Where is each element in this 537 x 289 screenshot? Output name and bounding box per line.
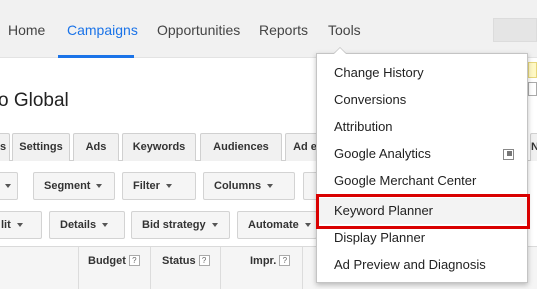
active-tab-indicator (58, 55, 134, 58)
account-title: o Global (0, 90, 69, 111)
help-icon[interactable]: ? (128, 255, 140, 266)
filter-label: Filter (133, 180, 160, 192)
dropdown-pointer-inner (334, 48, 346, 54)
menu-item-google-analytics[interactable]: Google Analytics (317, 141, 527, 167)
tab-keywords[interactable]: Keywords (122, 133, 196, 161)
edit-button[interactable]: lit (0, 211, 42, 239)
chevron-down-icon (267, 184, 274, 189)
help-icon[interactable]: ? (198, 255, 210, 266)
search-input[interactable] (493, 18, 537, 42)
details-button[interactable]: Details (49, 211, 125, 239)
bid-strategy-label: Bid strategy (142, 219, 206, 231)
help-icon[interactable]: ? (279, 255, 291, 266)
chevron-down-icon (165, 184, 172, 189)
nav-campaigns[interactable]: Campaigns (67, 22, 138, 38)
chevron-down-icon (102, 223, 109, 228)
columns-label: Columns (214, 180, 262, 192)
column-header-budget[interactable]: Budget? (88, 255, 140, 267)
chevron-down-icon (304, 223, 311, 228)
column-divider (78, 247, 79, 289)
column-header-impressions[interactable]: Impr.? (250, 255, 291, 267)
view-dropdown-button[interactable] (0, 172, 18, 200)
menu-item-change-history[interactable]: Change History (317, 60, 527, 86)
tab-campaigns[interactable]: s (0, 133, 10, 161)
tab-overflow[interactable]: N (530, 133, 537, 161)
highlight-annotation-box (316, 194, 530, 229)
side-control[interactable] (528, 82, 537, 96)
chevron-down-icon (16, 223, 23, 228)
tab-settings[interactable]: Settings (12, 133, 70, 161)
column-header-status[interactable]: Status? (162, 255, 210, 267)
edit-label: lit (1, 219, 11, 231)
menu-item-ad-preview-and-diagnosis[interactable]: Ad Preview and Diagnosis (317, 252, 527, 278)
nav-opportunities[interactable]: Opportunities (157, 22, 240, 38)
notification-strip (528, 62, 537, 78)
columns-button[interactable]: Columns (203, 172, 295, 200)
top-navigation: Home Campaigns Opportunities Reports Too… (0, 0, 537, 58)
menu-item-attribution[interactable]: Attribution (317, 114, 527, 140)
status-label: Status (162, 255, 196, 267)
tools-menu: Change History Conversions Attribution G… (316, 53, 528, 283)
budget-label: Budget (88, 255, 126, 267)
chevron-down-icon (96, 184, 103, 189)
column-divider (220, 247, 221, 289)
external-link-icon (503, 149, 514, 160)
tab-audiences[interactable]: Audiences (200, 133, 282, 161)
chevron-down-icon (211, 223, 218, 228)
bid-strategy-button[interactable]: Bid strategy (131, 211, 230, 239)
chevron-down-icon (5, 184, 11, 189)
filter-button[interactable]: Filter (122, 172, 196, 200)
segment-label: Segment (44, 180, 91, 192)
segment-button[interactable]: Segment (33, 172, 115, 200)
nav-reports[interactable]: Reports (259, 22, 308, 38)
impressions-label: Impr. (250, 255, 277, 267)
menu-item-google-merchant-center[interactable]: Google Merchant Center (317, 168, 527, 194)
automate-label: Automate (248, 219, 299, 231)
tab-ads[interactable]: Ads (73, 133, 119, 161)
column-divider (150, 247, 151, 289)
details-label: Details (60, 219, 97, 231)
nav-tools[interactable]: Tools (328, 22, 361, 38)
menu-item-conversions[interactable]: Conversions (317, 87, 527, 113)
column-divider (302, 247, 303, 289)
automate-button[interactable]: Automate (237, 211, 317, 239)
google-analytics-label: Google Analytics (334, 146, 431, 161)
nav-home[interactable]: Home (8, 22, 45, 38)
